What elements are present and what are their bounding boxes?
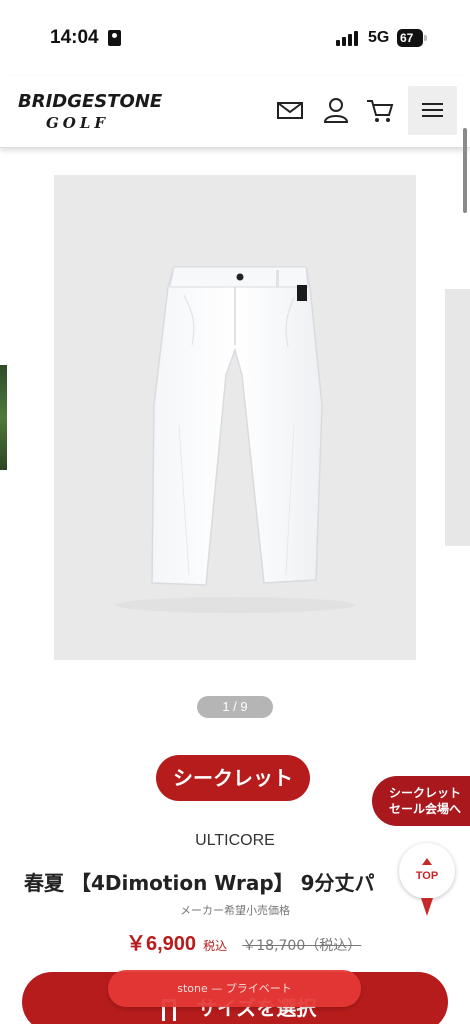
logo-subtitle: GOLF — [46, 114, 110, 132]
back-to-top-button[interactable]: TOP — [399, 843, 455, 899]
product-title: 春夏 【4Dimotion Wrap】 9分丈パ — [24, 871, 375, 895]
product-brand: ULTICORE — [195, 832, 275, 849]
site-header: BRIDGESTONE GOLF — [0, 76, 470, 148]
browser-url-pill[interactable]: stone — プライベート — [108, 970, 361, 1007]
battery-icon: 67 — [397, 29, 427, 47]
product-image[interactable] — [54, 175, 416, 660]
price-row: ￥6,900 税込 ￥18,700（税込） — [126, 927, 361, 955]
network-label: 5G — [368, 29, 390, 46]
id-card-icon — [108, 30, 121, 46]
prev-slide-peek[interactable] — [0, 365, 7, 470]
cart-icon[interactable] — [366, 96, 394, 124]
url-text: stone — プライベート — [177, 982, 292, 995]
sale-tab-line1: シークレット — [388, 786, 461, 800]
status-time: 14:04 — [50, 27, 99, 48]
signal-icon — [336, 30, 362, 46]
original-price: ￥18,700（税込） — [242, 938, 362, 954]
pants-illustration — [115, 266, 355, 613]
product-image-carousel[interactable] — [0, 175, 470, 665]
msrp-label: メーカー希望小売価格 — [180, 904, 290, 917]
secret-sale-link[interactable]: シークレット セール会場へ — [372, 776, 470, 826]
sale-tab-line2: セール会場へ — [388, 802, 461, 816]
secret-badge: シークレット — [156, 755, 310, 801]
status-bar: 14:04 5G 67 — [0, 0, 470, 76]
carousel-pager: 1 / 9 — [197, 696, 273, 718]
user-icon[interactable] — [322, 96, 350, 124]
logo-wordmark: BRIDGESTONE — [18, 91, 163, 112]
sale-price: ￥6,900 — [126, 933, 197, 955]
menu-button[interactable] — [408, 86, 457, 135]
arrow-up-icon — [422, 858, 432, 865]
next-slide-peek[interactable] — [445, 289, 470, 546]
tax-label: 税込 — [203, 939, 228, 953]
top-label: TOP — [415, 870, 439, 882]
mail-icon[interactable] — [276, 96, 304, 124]
